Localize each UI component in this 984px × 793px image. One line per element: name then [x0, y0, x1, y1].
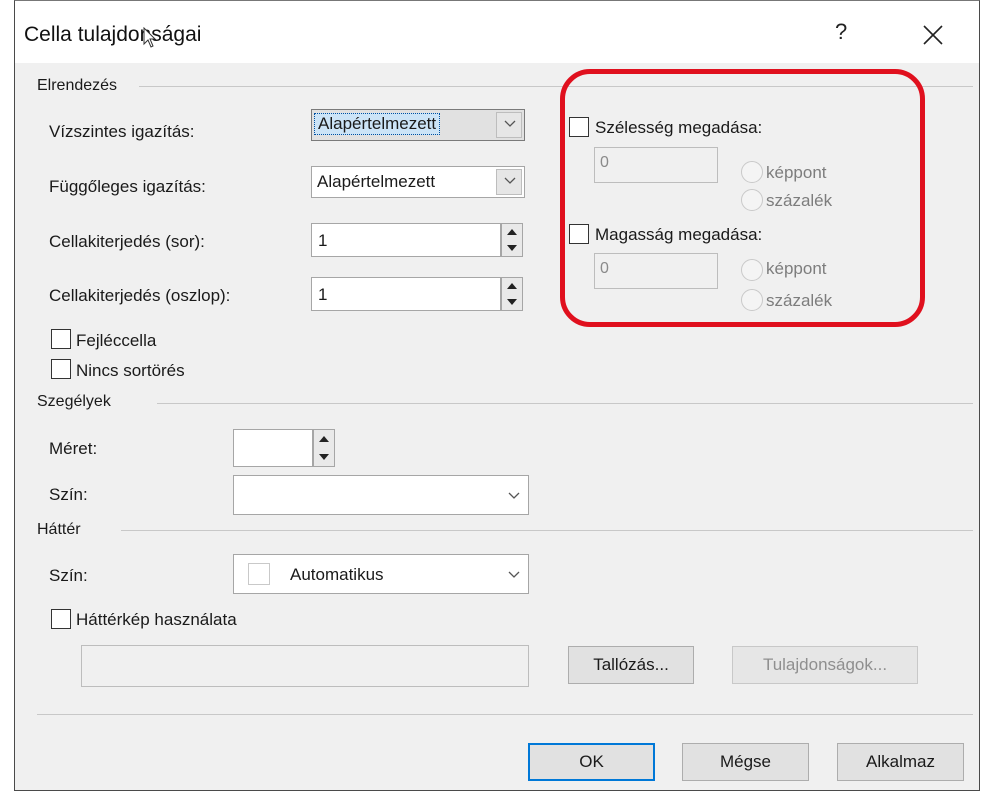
layout-group-title: Elrendezés: [37, 77, 118, 94]
horizontal-align-value: Alapértelmezett: [314, 113, 441, 135]
header-cell-checkbox[interactable]: [51, 329, 71, 349]
colspan-label: Cellakiterjedés (oszlop):: [49, 286, 231, 305]
vertical-align-value: Alapértelmezett: [317, 172, 436, 191]
border-size-down-button[interactable]: [314, 448, 334, 466]
ok-button[interactable]: OK: [528, 743, 655, 781]
background-image-path-input[interactable]: [81, 645, 529, 687]
dialog-title: Cella tulajdonságai: [24, 23, 202, 46]
color-swatch: [248, 563, 270, 585]
background-color-value: Automatikus: [290, 565, 384, 584]
rowspan-value: 1: [318, 231, 328, 250]
border-size-up-button[interactable]: [314, 430, 334, 449]
close-icon[interactable]: [921, 23, 945, 47]
borders-group-divider: [157, 403, 973, 404]
colspan-up-button[interactable]: [502, 278, 522, 295]
colspan-stepper[interactable]: [501, 277, 523, 311]
rowspan-down-button[interactable]: [502, 240, 522, 256]
rowspan-input[interactable]: 1: [311, 223, 501, 257]
border-size-label: Méret:: [49, 439, 98, 458]
highlight-annotation: [560, 69, 925, 327]
horizontal-align-label: Vízszintes igazítás:: [49, 122, 195, 141]
colspan-input[interactable]: 1: [311, 277, 501, 311]
no-wrap-label: Nincs sortörés: [76, 361, 185, 380]
no-wrap-checkbox[interactable]: [51, 359, 71, 379]
browse-button[interactable]: Tallózás...: [568, 646, 694, 684]
background-color-select[interactable]: Automatikus: [233, 554, 529, 594]
background-group-divider: [121, 530, 973, 531]
border-color-select[interactable]: [233, 475, 529, 515]
apply-button[interactable]: Alkalmaz: [837, 743, 964, 781]
properties-button[interactable]: Tulajdonságok...: [732, 646, 918, 684]
title-bar: Cella tulajdonságai ?: [15, 1, 979, 63]
use-background-image-checkbox[interactable]: [51, 609, 71, 629]
background-group-title: Háttér: [37, 521, 81, 538]
chevron-down-icon: [508, 492, 520, 499]
footer-divider: [37, 714, 973, 715]
header-cell-label: Fejléccella: [76, 331, 157, 350]
chevron-down-icon: [504, 177, 516, 184]
triangle-up-icon: [507, 229, 517, 235]
chevron-down-icon: [508, 571, 520, 578]
vertical-align-select[interactable]: Alapértelmezett: [311, 166, 525, 198]
help-button[interactable]: ?: [835, 19, 847, 45]
rowspan-up-button[interactable]: [502, 224, 522, 241]
mouse-cursor-icon: [143, 27, 157, 48]
cancel-button[interactable]: Mégse: [682, 743, 809, 781]
triangle-down-icon: [507, 245, 517, 251]
background-color-label: Szín:: [49, 566, 88, 585]
colspan-value: 1: [318, 285, 328, 304]
triangle-down-icon: [507, 299, 517, 305]
cell-properties-dialog: Cella tulajdonságai ? Elrendezés Vízszin…: [14, 0, 980, 791]
triangle-up-icon: [507, 283, 517, 289]
triangle-down-icon: [319, 454, 329, 460]
triangle-up-icon: [319, 436, 329, 442]
horizontal-align-select[interactable]: Alapértelmezett: [311, 109, 525, 141]
rowspan-stepper[interactable]: [501, 223, 523, 257]
rowspan-label: Cellakiterjedés (sor):: [49, 232, 205, 251]
borders-group-title: Szegélyek: [37, 393, 111, 410]
chevron-down-icon: [504, 120, 516, 127]
colspan-down-button[interactable]: [502, 294, 522, 310]
border-color-label: Szín:: [49, 485, 88, 504]
border-size-input[interactable]: [233, 429, 313, 467]
vertical-align-label: Függőleges igazítás:: [49, 177, 206, 196]
use-background-image-label: Háttérkép használata: [76, 610, 237, 629]
border-size-stepper[interactable]: [313, 429, 335, 467]
